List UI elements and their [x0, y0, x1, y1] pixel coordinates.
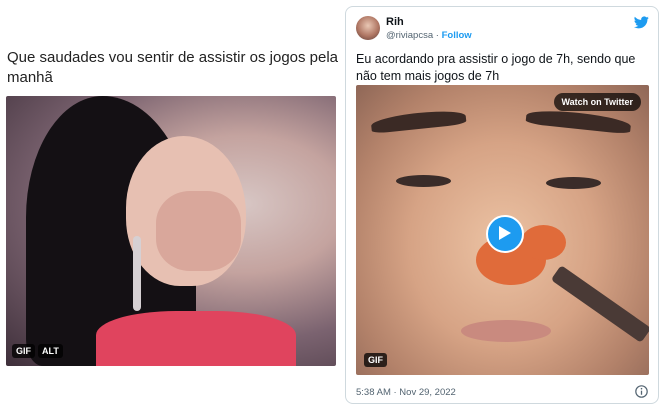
play-icon [499, 226, 511, 240]
right-brow-shape [525, 107, 632, 135]
avatar[interactable] [356, 16, 380, 40]
lips-shape [461, 320, 551, 342]
earring-shape [133, 236, 141, 311]
left-brow-shape [370, 108, 467, 134]
author-name[interactable]: Rih [386, 16, 404, 28]
alt-badge[interactable]: ALT [38, 344, 63, 358]
separator-dot: · [435, 30, 439, 41]
left-meme-panel: Que saudades vou sentir de assistir os j… [0, 0, 345, 413]
gif-badge-tweet: GIF [364, 353, 387, 367]
gif-badge: GIF [12, 344, 35, 358]
play-button[interactable] [486, 215, 524, 253]
tweet-timestamp[interactable]: 5:38 AM · Nov 29, 2022 [356, 387, 456, 398]
meme-gif[interactable]: GIF ALT [6, 96, 336, 366]
nose-paint-shape-2 [521, 225, 566, 260]
follow-link[interactable]: Follow [442, 30, 472, 41]
tweet-gif[interactable]: Watch on Twitter GIF [356, 85, 649, 375]
hand-shape [156, 191, 241, 271]
info-icon[interactable] [635, 385, 648, 398]
meme-caption: Que saudades vou sentir de assistir os j… [7, 49, 339, 86]
tweet-text: Eu acordando pra assistir o jogo de 7h, … [356, 52, 636, 83]
brush-shape [550, 265, 649, 343]
left-eye-shape [396, 175, 451, 187]
right-eye-shape [546, 177, 601, 189]
twitter-bird-icon[interactable] [634, 16, 649, 29]
media-badges: GIF ALT [12, 344, 63, 358]
author-handle[interactable]: @riviapcsa [386, 30, 433, 41]
embedded-tweet: Rih @riviapcsa · Follow Eu acordando pra… [345, 6, 659, 404]
watch-on-twitter-button[interactable]: Watch on Twitter [553, 93, 641, 111]
dress-shape [96, 311, 296, 366]
handle-row: @riviapcsa · Follow [386, 30, 472, 41]
